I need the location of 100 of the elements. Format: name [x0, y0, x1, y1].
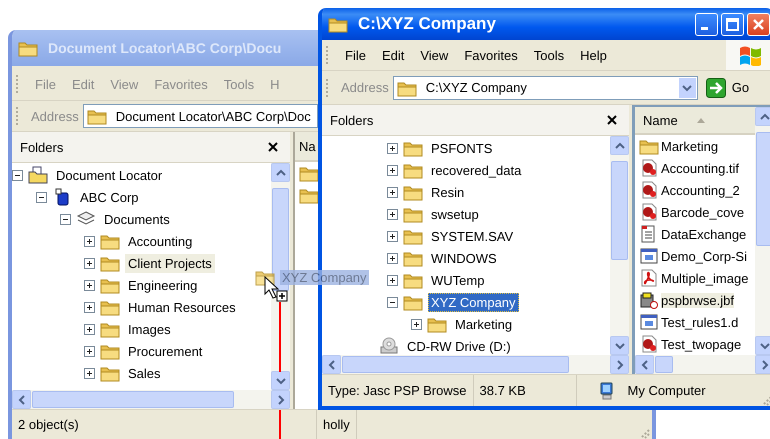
list-entry[interactable]: pspbrwse.jbf: [635, 289, 755, 311]
chevron-right-icon: [276, 394, 286, 404]
plus-box-icon[interactable]: [387, 274, 398, 286]
scroll-thumb[interactable]: [342, 356, 569, 373]
window-title: C:\XYZ Company: [358, 14, 497, 34]
scroll-up-button[interactable]: [610, 136, 629, 155]
chevron-down-icon: [682, 82, 692, 92]
minimize-button[interactable]: [695, 12, 718, 36]
scroll-thumb[interactable]: [655, 356, 673, 373]
scroll-thumb[interactable]: [756, 132, 770, 246]
address-label: Address: [341, 80, 389, 95]
plus-box-icon[interactable]: [387, 164, 398, 176]
menu-item[interactable]: Edit: [374, 48, 412, 62]
list-entry[interactable]: Marketing: [635, 135, 755, 157]
scroll-down-button[interactable]: [755, 336, 770, 355]
plus-box-icon[interactable]: [387, 142, 398, 154]
chevron-up-icon: [614, 140, 624, 150]
scroll-right-button[interactable]: [610, 355, 629, 374]
chevron-left-icon: [640, 360, 650, 370]
scroll-thumb[interactable]: [32, 391, 234, 408]
close-icon[interactable]: [607, 115, 617, 125]
cabinet-icon: [639, 291, 659, 309]
horizontal-scrollbar[interactable]: [322, 355, 629, 374]
chevron-left-icon: [326, 360, 336, 370]
minimize-icon: [701, 26, 708, 30]
menu-item[interactable]: Tools: [526, 48, 572, 62]
list-entry[interactable]: Accounting_2: [635, 179, 755, 201]
insertion-line: [279, 410, 281, 439]
list-entry[interactable]: Barcode_cove: [635, 201, 755, 223]
plus-box-icon[interactable]: [387, 252, 398, 264]
insertion-line: [279, 302, 281, 372]
chevron-down-icon: [760, 340, 770, 350]
menu-item[interactable]: Help: [572, 48, 615, 62]
status-text: My Computer: [628, 383, 706, 398]
chevron-right-icon: [760, 360, 770, 370]
cd-drive-icon: [379, 337, 399, 355]
folder-icon: [28, 166, 48, 184]
chevron-down-icon: [614, 340, 624, 350]
scroll-right-button[interactable]: [755, 355, 770, 374]
tree-item[interactable]: WINDOWS: [428, 248, 500, 268]
tree-item[interactable]: WUTemp: [428, 270, 488, 290]
scroll-left-button[interactable]: [12, 390, 31, 409]
tree-item[interactable]: CD-RW Drive (D:): [404, 336, 514, 355]
chevron-up-icon: [276, 168, 286, 178]
maximize-button[interactable]: [721, 12, 744, 36]
pdf-icon: [639, 269, 659, 287]
pane-title: Folders: [330, 112, 374, 128]
status-text: Type: Jasc PSP Browse: [328, 383, 466, 398]
close-button[interactable]: [747, 12, 770, 36]
address-label: Address: [31, 108, 79, 124]
plus-box-icon[interactable]: [387, 186, 398, 198]
close-icon[interactable]: [268, 142, 278, 152]
scroll-up-button[interactable]: [271, 163, 290, 182]
plus-box-icon[interactable]: [411, 318, 422, 330]
list-entry[interactable]: Multiple_image: [635, 267, 755, 289]
vertical-scrollbar[interactable]: [755, 107, 770, 355]
status-text: 38.7 KB: [480, 383, 526, 398]
dropdown-button[interactable]: [678, 78, 696, 98]
window-title: Document Locator\ABC Corp\Docu: [48, 40, 282, 56]
scroll-up-button[interactable]: [755, 107, 770, 126]
scroll-down-button[interactable]: [610, 336, 629, 355]
column-header[interactable]: Name: [635, 107, 755, 135]
menu-item[interactable]: View: [412, 48, 456, 62]
tree-item[interactable]: Resin: [428, 182, 468, 202]
list-entry[interactable]: DataExchange: [635, 223, 755, 245]
chevron-right-icon: [614, 360, 624, 370]
plus-box-icon[interactable]: [387, 208, 398, 220]
menu-item[interactable]: File: [337, 48, 374, 62]
scroll-left-button[interactable]: [322, 355, 341, 374]
menu-item[interactable]: Favorites: [456, 48, 526, 62]
list-entry[interactable]: Test_rules1.d: [635, 311, 755, 333]
tree-item[interactable]: recovered_data: [428, 160, 524, 180]
go-button[interactable]: Go: [702, 78, 754, 98]
minus-box-icon[interactable]: [387, 296, 398, 308]
chevron-down-icon: [276, 376, 286, 386]
scroll-thumb[interactable]: [611, 161, 628, 260]
horizontal-scrollbar[interactable]: [635, 355, 770, 374]
pane-title: Folders: [20, 140, 64, 154]
tree-item[interactable]: PSFONTS: [428, 138, 496, 158]
chevron-left-icon: [16, 394, 26, 404]
list-entry[interactable]: Test_twopage: [635, 333, 755, 355]
list-entry[interactable]: Demo_Corp-Si: [635, 245, 755, 267]
sort-arrow-icon: [696, 116, 706, 124]
status-text: holly: [323, 417, 350, 432]
scroll-left-button[interactable]: [635, 355, 654, 374]
tree-item[interactable]: swsetup: [428, 204, 482, 224]
flag-logo-icon: [738, 44, 762, 66]
tree-item[interactable]: XYZ Company: [428, 292, 519, 312]
vertical-scrollbar[interactable]: [610, 136, 629, 355]
tree-item[interactable]: SYSTEM.SAV: [428, 226, 516, 246]
scroll-down-button[interactable]: [271, 371, 290, 390]
window-icon: [639, 247, 659, 265]
chevron-up-icon: [760, 112, 770, 122]
tree-item[interactable]: Marketing: [452, 314, 516, 334]
drag-ghost: XYZ Company: [255, 268, 369, 286]
list-entry[interactable]: Accounting.tif: [635, 157, 755, 179]
scroll-right-button[interactable]: [271, 390, 290, 409]
window-icon: [639, 313, 659, 331]
address-field[interactable]: C:\XYZ Company: [392, 76, 698, 100]
plus-box-icon[interactable]: [387, 230, 398, 242]
